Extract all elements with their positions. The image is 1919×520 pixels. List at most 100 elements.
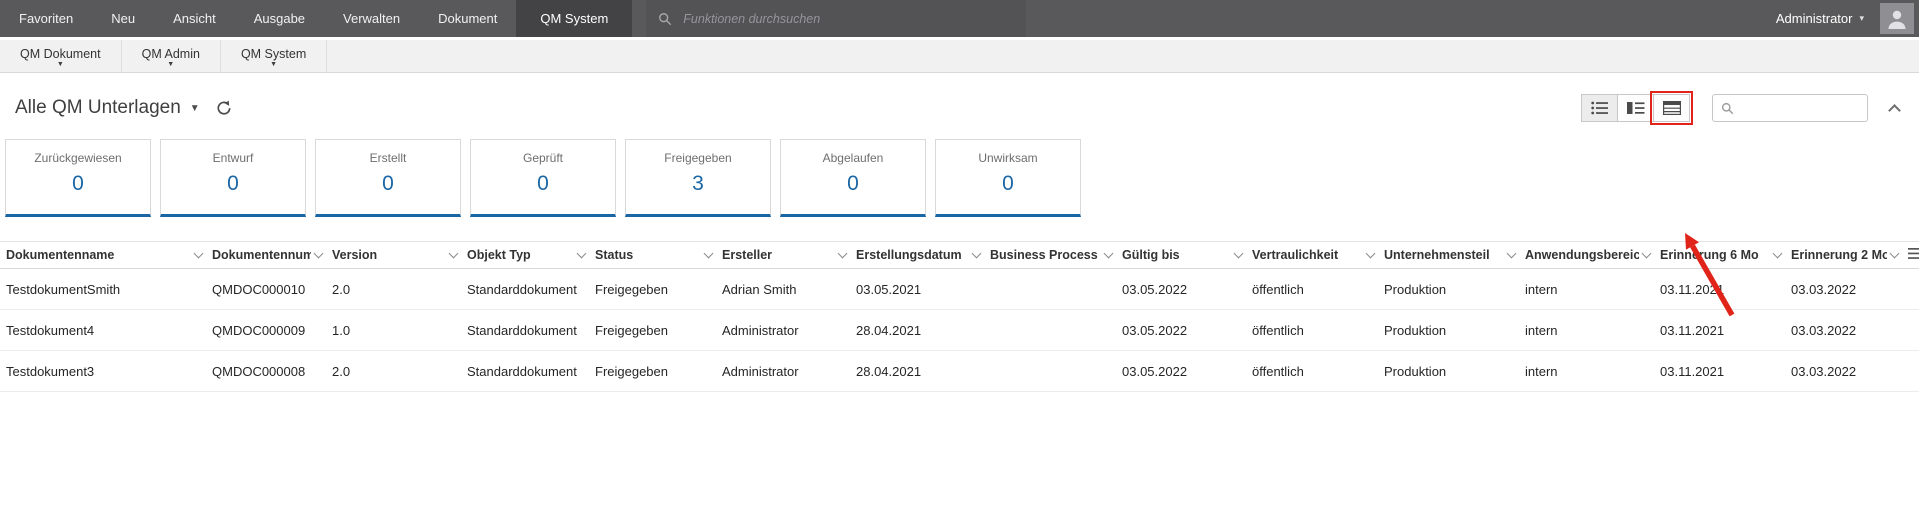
column-header-gültig-bis[interactable]: Gültig bis <box>1118 242 1248 269</box>
column-header-erinnerung-2-mo[interactable]: Erinnerung 2 Mo <box>1787 242 1904 269</box>
column-header-anwendungsbereich[interactable]: Anwendungsbereich <box>1521 242 1656 269</box>
column-header-objekt-typ[interactable]: Objekt Typ <box>463 242 591 269</box>
status-card-zurückgewiesen[interactable]: Zurückgewiesen0 <box>5 139 151 217</box>
column-header-dokumentenname[interactable]: Dokumentenname <box>0 242 208 269</box>
column-header-erstellungsdatum[interactable]: Erstellungsdatum <box>852 242 986 269</box>
collapse-panel-button[interactable] <box>1890 102 1899 115</box>
view-tools <box>1582 94 1903 122</box>
column-header-status[interactable]: Status <box>591 242 718 269</box>
chevron-down-icon[interactable] <box>1366 249 1376 259</box>
table-cell: Standarddokument <box>463 269 591 310</box>
menu-item-neu[interactable]: Neu <box>92 0 154 37</box>
column-header-label: Erstellungsdatum <box>856 248 962 262</box>
main-content: Alle QM Unterlagen ▼ <box>0 91 1919 392</box>
status-card-value: 0 <box>382 172 394 196</box>
chevron-down-icon: ▾ <box>1859 14 1864 23</box>
status-card-label: Entwurf <box>213 151 254 165</box>
column-header-label: Unternehmensteil <box>1384 248 1490 262</box>
table-options-button[interactable] <box>1904 242 1919 269</box>
status-card-entwurf[interactable]: Entwurf0 <box>160 139 306 217</box>
status-card-label: Geprüft <box>523 151 563 165</box>
chevron-down-icon[interactable] <box>449 249 459 259</box>
list-view-button[interactable] <box>1581 94 1618 122</box>
table-cell: Produktion <box>1380 269 1521 310</box>
refresh-icon[interactable] <box>216 100 232 116</box>
table-cell: Freigegeben <box>591 269 718 310</box>
table-cell: QMDOC000010 <box>208 269 328 310</box>
person-icon <box>1885 7 1909 31</box>
table-cell: QMDOC000008 <box>208 351 328 392</box>
status-card-abgelaufen[interactable]: Abgelaufen0 <box>780 139 926 217</box>
column-header-ersteller[interactable]: Ersteller <box>718 242 852 269</box>
function-search[interactable] <box>646 0 1026 37</box>
chevron-down-icon[interactable] <box>194 249 204 259</box>
chevron-down-icon[interactable] <box>577 249 587 259</box>
table-cell: Produktion <box>1380 310 1521 351</box>
column-header-version[interactable]: Version <box>328 242 463 269</box>
table-cell: 03.03.2022 <box>1787 269 1904 310</box>
status-card-unwirksam[interactable]: Unwirksam0 <box>935 139 1081 217</box>
chevron-down-icon[interactable] <box>972 249 982 259</box>
tab-qm-system[interactable]: QM System <box>516 0 632 37</box>
status-card-erstellt[interactable]: Erstellt0 <box>315 139 461 217</box>
chevron-down-icon[interactable] <box>1104 249 1114 259</box>
table-row[interactable]: Testdokument4QMDOC0000091.0Standarddokum… <box>0 310 1919 351</box>
chevron-down-icon[interactable] <box>1234 249 1244 259</box>
status-card-value: 3 <box>692 172 704 196</box>
table-cell: Testdokument4 <box>0 310 208 351</box>
avatar[interactable] <box>1880 3 1914 34</box>
search-icon <box>658 12 672 26</box>
chevron-down-icon: ▼ <box>57 62 64 68</box>
column-header-label: Erinnerung 6 Mo <box>1660 248 1759 262</box>
column-header-vertraulichkeit[interactable]: Vertraulichkeit <box>1248 242 1380 269</box>
table-cell: Testdokument3 <box>0 351 208 392</box>
menu-item-dokument[interactable]: Dokument <box>419 0 516 37</box>
table-row[interactable]: Testdokument3QMDOC0000082.0Standarddokum… <box>0 351 1919 392</box>
table-cell: 03.03.2022 <box>1787 351 1904 392</box>
status-card-label: Zurückgewiesen <box>34 151 121 165</box>
table-cell: Administrator <box>718 351 852 392</box>
chevron-down-icon[interactable] <box>1507 249 1517 259</box>
table-search-input[interactable] <box>1741 100 1859 116</box>
chevron-down-icon[interactable] <box>1890 249 1900 259</box>
status-card-geprüft[interactable]: Geprüft0 <box>470 139 616 217</box>
table-cell: 03.05.2022 <box>1118 351 1248 392</box>
menu-item-ansicht[interactable]: Ansicht <box>154 0 235 37</box>
ribbon: QM Dokument▼QM Admin▼QM System▼ <box>0 37 1919 73</box>
table-cell <box>1904 310 1919 351</box>
chevron-down-icon[interactable] <box>1642 249 1652 259</box>
column-header-erinnerung-6-mo[interactable]: Erinnerung 6 Mo <box>1656 242 1787 269</box>
table-cell: Adrian Smith <box>718 269 852 310</box>
column-header-label: Status <box>595 248 633 262</box>
chevron-down-icon[interactable] <box>314 249 324 259</box>
table-cell: Standarddokument <box>463 351 591 392</box>
ribbon-item-qm-admin[interactable]: QM Admin▼ <box>122 40 221 72</box>
column-header-label: Ersteller <box>722 248 772 262</box>
table-row[interactable]: TestdokumentSmithQMDOC0000102.0Standardd… <box>0 269 1919 310</box>
function-search-input[interactable] <box>681 11 1014 27</box>
menu-item-favoriten[interactable]: Favoriten <box>0 0 92 37</box>
ribbon-item-qm-dokument[interactable]: QM Dokument▼ <box>0 40 122 72</box>
status-card-freigegeben[interactable]: Freigegeben3 <box>625 139 771 217</box>
table-cell: 03.05.2022 <box>1118 269 1248 310</box>
chevron-down-icon: ▼ <box>270 62 277 68</box>
list-view-icon <box>1591 101 1609 115</box>
content-view-button[interactable] <box>1617 94 1654 122</box>
table-search[interactable] <box>1712 94 1868 122</box>
view-selector-chevron-icon[interactable]: ▼ <box>190 103 200 114</box>
status-card-value: 0 <box>1002 172 1014 196</box>
column-header-dokumentennummer[interactable]: Dokumentennummer <box>208 242 328 269</box>
column-header-unternehmensteil[interactable]: Unternehmensteil <box>1380 242 1521 269</box>
topbar-menu: FavoritenNeuAnsichtAusgabeVerwaltenDokum… <box>0 0 516 37</box>
menu-item-verwalten[interactable]: Verwalten <box>324 0 419 37</box>
chevron-down-icon[interactable] <box>704 249 714 259</box>
chevron-down-icon[interactable] <box>838 249 848 259</box>
chevron-down-icon[interactable] <box>1773 249 1783 259</box>
user-menu[interactable]: Administrator ▾ <box>1766 11 1874 26</box>
table-view-button[interactable] <box>1653 94 1690 122</box>
table-cell: Freigegeben <box>591 310 718 351</box>
table-cell: 28.04.2021 <box>852 351 986 392</box>
menu-item-ausgabe[interactable]: Ausgabe <box>235 0 324 37</box>
column-header-business-process-o[interactable]: Business Process O... <box>986 242 1118 269</box>
ribbon-item-qm-system[interactable]: QM System▼ <box>221 40 327 72</box>
